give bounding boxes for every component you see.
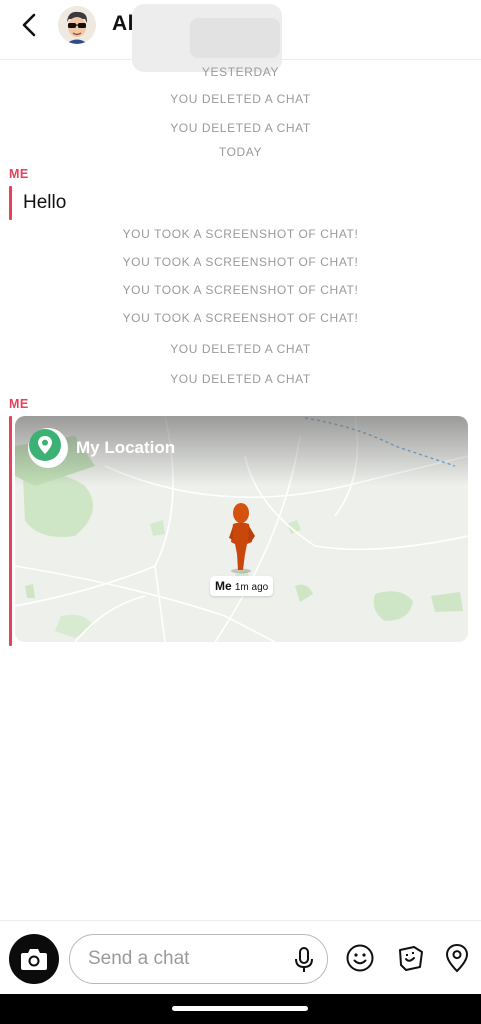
sender-label: ME — [9, 397, 29, 411]
home-indicator[interactable] — [172, 1006, 308, 1011]
contact-name[interactable]: Al — [112, 12, 134, 36]
microphone-button[interactable] — [289, 945, 319, 975]
system-message-date: YESTERDAY — [201, 65, 280, 79]
pin-name: Me — [215, 579, 232, 593]
emoji-button[interactable] — [343, 941, 377, 975]
user-pin-label: Me 1m ago — [210, 576, 274, 596]
redaction-blur-inner — [190, 18, 280, 58]
chat-composer — [0, 920, 481, 994]
camera-icon — [21, 949, 47, 970]
chat-header: Al — [0, 0, 481, 72]
bitmoji-figure-icon — [229, 503, 255, 574]
location-pin-icon — [445, 943, 469, 973]
system-message: YOU TOOK A SCREENSHOT OF CHAT! — [122, 311, 359, 325]
sticker-button[interactable] — [394, 941, 428, 975]
smiley-icon — [346, 944, 374, 972]
chat-input-box[interactable] — [69, 934, 328, 984]
sender-label: ME — [9, 167, 29, 181]
location-map-card[interactable]: My Location Me 1m ago — [15, 416, 468, 642]
pin-time: 1m ago — [234, 582, 269, 593]
system-message: YOU TOOK A SCREENSHOT OF CHAT! — [122, 283, 359, 297]
system-message: YOU DELETED A CHAT — [170, 342, 311, 356]
chevron-left-icon — [22, 13, 36, 37]
message-bar — [9, 186, 12, 220]
back-button[interactable] — [14, 10, 44, 40]
message-text[interactable]: Hello — [23, 192, 66, 214]
contact-avatar[interactable] — [58, 6, 96, 44]
system-message: YOU DELETED A CHAT — [170, 372, 311, 386]
system-message: YOU DELETED A CHAT — [170, 92, 311, 106]
message-bar — [9, 416, 12, 646]
location-button[interactable] — [440, 941, 474, 975]
location-badge — [28, 428, 68, 468]
system-message: YOU TOOK A SCREENSHOT OF CHAT! — [122, 227, 359, 241]
chat-input[interactable] — [88, 945, 278, 973]
microphone-icon — [295, 947, 313, 972]
system-message-date: TODAY — [218, 145, 263, 159]
bitmoji-avatar-icon — [58, 6, 96, 44]
system-message: YOU DELETED A CHAT — [170, 121, 311, 135]
sticker-icon — [399, 946, 423, 971]
camera-button[interactable] — [9, 934, 59, 984]
system-message: YOU TOOK A SCREENSHOT OF CHAT! — [122, 255, 359, 269]
system-nav-bar — [0, 994, 481, 1024]
location-pin-icon — [29, 429, 61, 461]
location-title: My Location — [76, 438, 176, 457]
